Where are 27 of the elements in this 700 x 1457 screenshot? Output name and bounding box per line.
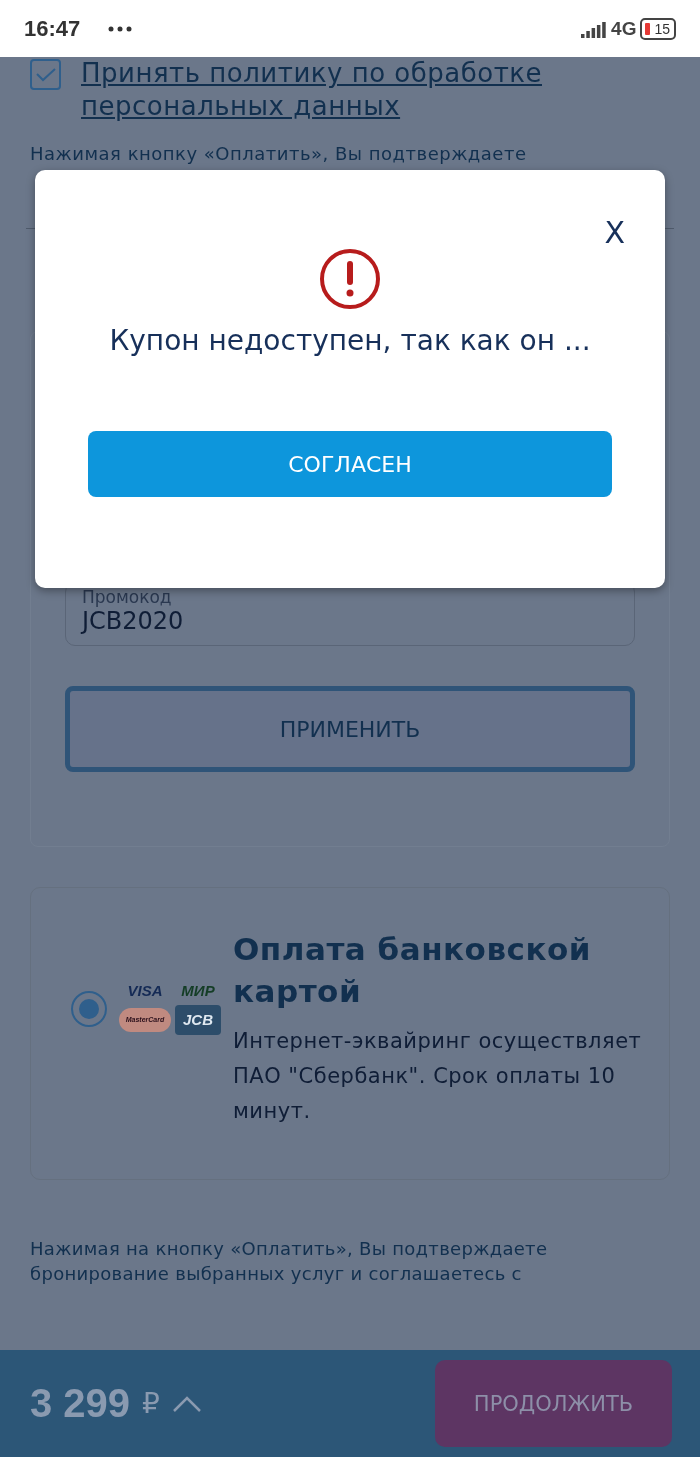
payment-description: Интернет-эквайринг осуществляет ПАО "Сбербанк". Срок оплаты 10 минут.	[233, 1028, 643, 1125]
consent-note: Нажимая кнопку «Оплатить», Вы подтверждаете	[30, 143, 528, 164]
disclaimer: Нажимая на кнопку «Оплатить», Вы подтверждаете бронирование выбранных услуг и соглашаетесь с	[30, 1237, 549, 1286]
price: 3 299	[30, 1381, 131, 1426]
agree-button[interactable]: СОГЛАСЕН	[88, 431, 612, 497]
apply-button[interactable]: ПРИМЕНИТЬ	[65, 686, 635, 772]
card-logo: VISA	[126, 982, 164, 999]
card-logo: МИР	[180, 982, 216, 999]
checkmark-icon	[35, 67, 56, 82]
more-icon	[108, 25, 133, 32]
signal-icon	[581, 19, 608, 38]
error-icon	[319, 248, 381, 310]
checkbox[interactable]	[30, 59, 61, 90]
payment-title: Оплата банковской картой	[233, 930, 592, 1011]
dialog-message: Купон недоступен, так как он ...	[109, 324, 591, 357]
field-value: JCB2020	[82, 607, 185, 635]
radio-button[interactable]	[71, 990, 107, 1027]
chevron-up-icon[interactable]	[171, 1395, 202, 1412]
card-logo: JCB	[175, 1005, 221, 1035]
network-type: 4G	[611, 17, 637, 40]
continue-button[interactable]: ПРОДОЛЖИТЬ	[435, 1360, 672, 1447]
clock: 16:47	[24, 15, 81, 42]
currency: ₽	[142, 1387, 160, 1420]
field-label: Промокод	[82, 587, 173, 607]
battery-indicator: 15	[640, 17, 676, 40]
policy-link[interactable]: Принять политику по обработке персональных данных	[81, 57, 581, 123]
close-button[interactable]: X	[604, 218, 625, 248]
